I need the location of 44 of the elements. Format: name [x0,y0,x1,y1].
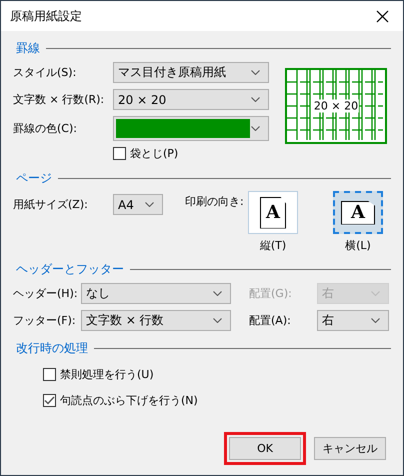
field-label: 配置(A): [249,313,292,328]
dialog-button[interactable]: キャンセル [314,437,386,460]
chevron-icon [213,318,222,323]
checkbox[interactable] [43,368,56,381]
close-icon[interactable] [376,10,389,22]
page-letter: A [351,204,365,222]
chevron-icon [213,291,222,296]
checkbox-label: 句読点のぶら下げを行う(N) [60,393,198,408]
chevron-icon [371,318,380,323]
orientation-button[interactable]: A [248,191,298,234]
style-dropdown[interactable]: マス目付き原稿用紙 [113,62,269,83]
section-heading: 罫線 [16,40,40,56]
page-letter: A [266,204,280,222]
field-label: 用紙サイズ(Z): [13,197,89,212]
position-dropdown[interactable]: 文字数 × 行数 [81,310,231,331]
field-label: フッター(F): [13,313,77,328]
orientation-button[interactable]: A [333,191,383,234]
paper-size-dropdown[interactable]: A4 [113,194,163,215]
chevron-icon [251,126,260,131]
window-title: 原稿用紙設定 [10,8,82,24]
alignment-dropdown[interactable]: 右 [317,310,389,331]
field-label: 文字数 × 行数(R): [13,92,106,107]
field-label: 印刷の向き: [185,194,245,209]
chevron-icon [251,97,260,102]
field-label: ヘッダー(H): [13,286,79,301]
section-heading: 改行時の処理 [16,340,88,356]
chevron-icon [371,291,380,296]
field-label: スタイル(S): [13,65,78,80]
orientation-label: 横(L) [345,238,371,253]
field-label: 配置(G): [249,286,293,301]
checkbox[interactable] [43,394,56,407]
preview-text: 20 × 20 [312,100,360,112]
field-label: 罫線の色(C): [13,121,78,136]
chevron-icon [251,70,260,75]
checkbox-label: 禁則処理を行う(U) [60,367,154,382]
section-heading: ページ [16,170,52,186]
chevron-icon [145,202,154,207]
dialog-button[interactable]: OK [224,432,306,465]
color-dropdown[interactable] [113,116,269,141]
orientation-label: 縦(T) [260,238,286,253]
checkbox[interactable] [113,147,126,160]
size-dropdown[interactable]: 20 × 20 [113,89,269,110]
checkbox-label: 袋とじ(P) [130,146,178,161]
section-heading: ヘッダーとフッター [16,260,124,278]
